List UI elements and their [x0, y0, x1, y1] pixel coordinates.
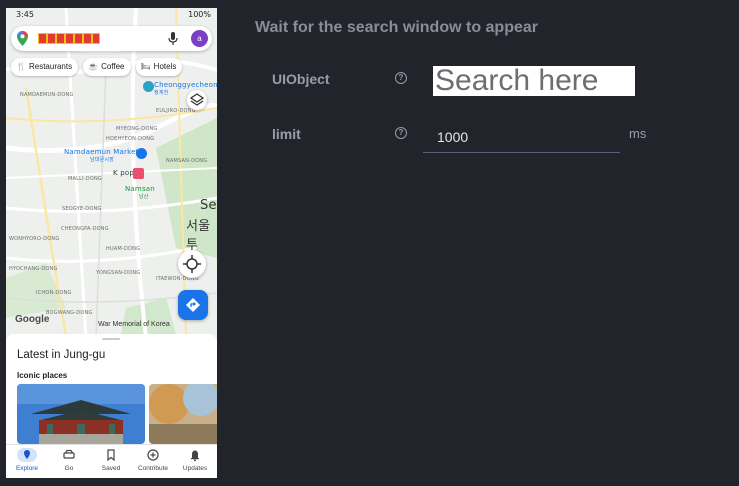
- map-label-namsan-ko: 남산: [139, 194, 149, 200]
- limit-input[interactable]: [423, 122, 620, 153]
- map-layers-button[interactable]: [187, 90, 207, 110]
- map-label-namsan: Namsan: [125, 185, 155, 193]
- chip-coffee[interactable]: ☕ Coffee: [83, 58, 131, 76]
- nav-label: Contribute: [138, 465, 168, 472]
- map-label-ichon: ICHON-DONG: [36, 290, 72, 296]
- iconic-place-photo[interactable]: [149, 384, 217, 444]
- phone-screen: 3:45 100% a 🍴 Restaurants ☕ Coffee 🛏 Hotels C…: [6, 8, 217, 478]
- explore-pin-icon: [17, 448, 37, 462]
- map-label-huam: HUAM-DONG: [106, 246, 141, 252]
- map-label-seoul-2: 서울투: [186, 219, 211, 253]
- map-label-namdaemun: Namdaemun Market: [64, 148, 139, 156]
- directions-button[interactable]: [178, 290, 208, 320]
- fork-knife-icon: 🍴: [16, 62, 26, 71]
- park-poi-icon[interactable]: [143, 81, 154, 92]
- uiobject-label: UIObject: [272, 71, 330, 87]
- status-battery: 100%: [188, 10, 211, 19]
- coffee-icon: ☕: [88, 62, 99, 71]
- map-label-bogwang: BOGWANG-DONG: [46, 310, 93, 316]
- chip-hotels[interactable]: 🛏 Hotels: [135, 58, 183, 76]
- nav-contribute[interactable]: Contribute: [132, 445, 174, 478]
- chip-label: Hotels: [153, 62, 177, 71]
- bell-icon: [185, 448, 205, 462]
- map-label-seoul-1: Se: [200, 198, 217, 213]
- status-bar: 3:45 100%: [6, 8, 217, 22]
- map-label-hyochang: HYOCHANG-DONG: [9, 266, 58, 272]
- avatar[interactable]: a: [191, 30, 208, 47]
- car-icon: [59, 448, 79, 462]
- google-maps-pin-icon: [17, 31, 28, 46]
- nav-label: Saved: [101, 465, 121, 472]
- map-label-hoehyeon: HOEHYEON-DONG: [106, 136, 155, 142]
- category-chips: 🍴 Restaurants ☕ Coffee 🛏 Hotels: [11, 58, 187, 76]
- limit-unit: ms: [629, 126, 647, 141]
- step-heading: Wait for the search window to appear: [255, 19, 538, 36]
- chip-label: Coffee: [101, 62, 125, 71]
- bookmark-icon: [101, 448, 121, 462]
- help-icon[interactable]: ?: [395, 72, 407, 84]
- kpop-poi-icon[interactable]: [133, 168, 144, 179]
- map-label-cheongpa: CHEONGPA-DONG: [61, 226, 109, 232]
- map-label-wonhyoro: WONHYORO-DONG: [9, 236, 60, 242]
- nav-label: Go: [64, 465, 74, 472]
- map-label-cheonggyecheon-ko: 청계천: [154, 90, 169, 96]
- map-label-seogye: SEOGYE-DONG: [62, 206, 102, 212]
- microphone-icon[interactable]: [167, 32, 179, 46]
- explore-bottom-sheet[interactable]: Latest in Jung-gu Iconic places: [6, 334, 217, 444]
- nav-updates[interactable]: Updates: [174, 445, 216, 478]
- map-label-cheonggyecheon: Cheonggyecheon: [154, 81, 217, 89]
- hotel-bed-icon: 🛏: [140, 62, 151, 71]
- nav-label: Explore: [15, 465, 39, 472]
- chip-label: Restaurants: [28, 62, 73, 71]
- sheet-subtitle: Iconic places: [17, 371, 68, 380]
- map-label-myeongdong: MYEONG-DONG: [116, 126, 158, 132]
- google-logo: Google: [15, 314, 50, 325]
- limit-label: limit: [272, 126, 301, 142]
- nav-label: Updates: [182, 465, 208, 472]
- shopping-poi-icon[interactable]: [136, 148, 147, 159]
- map-label-namdaemun-ko: 남대문시장: [90, 157, 115, 163]
- redacted-search-text: [38, 33, 100, 44]
- nav-explore[interactable]: Explore: [6, 445, 48, 478]
- directions-icon: [186, 298, 200, 312]
- iconic-place-photo[interactable]: [17, 384, 145, 444]
- sheet-title: Latest in Jung-gu: [17, 349, 106, 361]
- map-label-kpop: K pop: [113, 169, 134, 177]
- map-label-war-memorial: War Memorial of Korea: [98, 321, 170, 328]
- help-icon[interactable]: ?: [395, 127, 407, 139]
- map-view[interactable]: 3:45 100% a 🍴 Restaurants ☕ Coffee 🛏 Hotels C…: [6, 8, 217, 338]
- map-label-namdaemun-dong: NAMDAEMUN-DONG: [20, 92, 74, 98]
- map-label-namsan-dong: NAMSAN-DONG: [166, 158, 208, 164]
- maps-search-bar[interactable]: a: [11, 26, 212, 51]
- status-time: 3:45: [16, 10, 34, 19]
- uiobject-preview[interactable]: Search here: [433, 66, 635, 96]
- plus-circle-icon: [143, 448, 163, 462]
- chip-restaurants[interactable]: 🍴 Restaurants: [11, 58, 79, 76]
- bottom-navigation: Explore Go Saved Contribute Updates: [6, 444, 217, 478]
- map-label-yongsan: YONGSAN-DONG: [96, 270, 141, 276]
- layers-icon: [189, 93, 205, 106]
- my-location-button[interactable]: [178, 250, 206, 278]
- nav-saved[interactable]: Saved: [90, 445, 132, 478]
- map-label-malli: MALLI-DONG: [68, 176, 102, 182]
- crosshair-icon: [183, 255, 201, 273]
- nav-go[interactable]: Go: [48, 445, 90, 478]
- sheet-drag-handle[interactable]: [102, 338, 120, 340]
